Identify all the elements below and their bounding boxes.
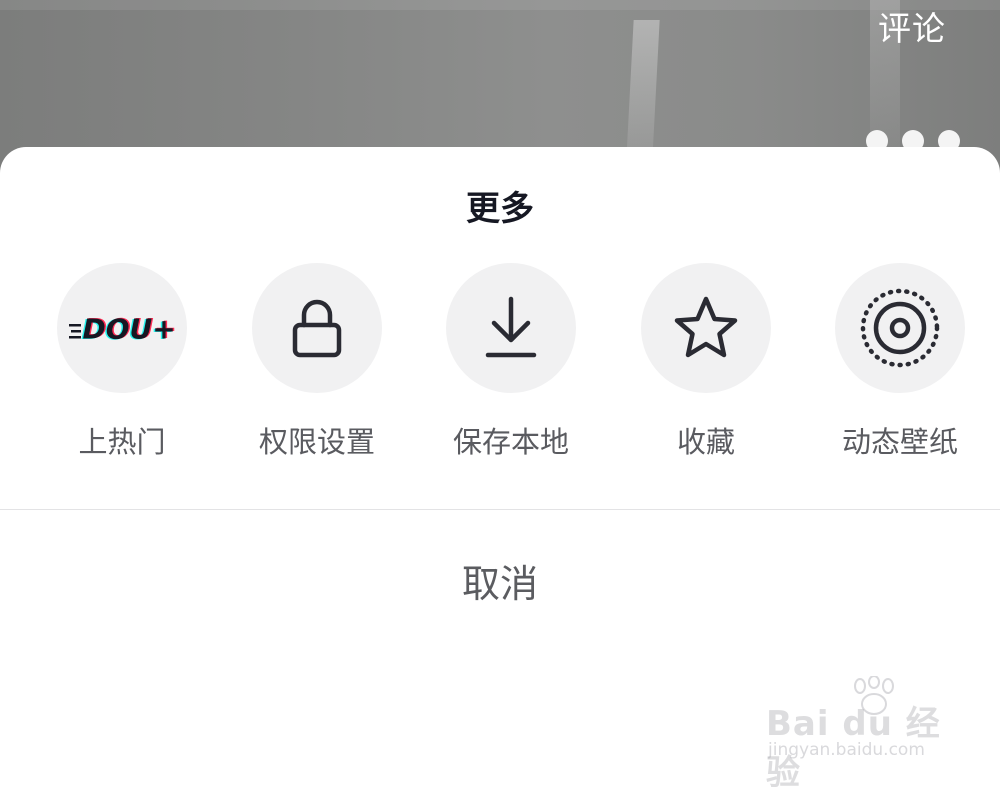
save-local-label: 保存本地 bbox=[452, 425, 569, 459]
dou-plus-icon[interactable]: DOU+ DOU+ DOU+ bbox=[57, 263, 187, 393]
lock-icon bbox=[292, 299, 342, 358]
dou-plus-label: 上热门 bbox=[78, 425, 166, 459]
cancel-button[interactable]: 取消 bbox=[400, 549, 600, 619]
screen: 评论 更多 DOU+ DOU+ DOU+ 上热门 权限设置 保存本地 收藏 动态… bbox=[0, 0, 1000, 787]
favorite-label: 收藏 bbox=[676, 425, 735, 459]
svg-text:DOU+: DOU+ bbox=[83, 313, 176, 346]
video-shade bbox=[0, 0, 1000, 10]
download-icon-wrap[interactable] bbox=[446, 263, 576, 393]
star-icon bbox=[674, 296, 738, 358]
divider bbox=[0, 509, 1000, 510]
permission-settings-label: 权限设置 bbox=[258, 425, 375, 459]
star-icon-wrap[interactable] bbox=[641, 263, 771, 393]
lock-icon-wrap[interactable] bbox=[252, 263, 382, 393]
live-wallpaper-label: 动态壁纸 bbox=[841, 425, 958, 459]
wallpaper-icon-wrap[interactable] bbox=[835, 263, 965, 393]
live-wallpaper-button[interactable]: 动态壁纸 bbox=[810, 263, 990, 461]
comment-button[interactable]: 评论 bbox=[878, 2, 946, 50]
dou-plus-logo: DOU+ DOU+ DOU+ bbox=[69, 312, 177, 346]
download-icon bbox=[485, 296, 537, 358]
save-local-button[interactable]: 保存本地 bbox=[421, 263, 601, 461]
watermark-url: jingyan.baidu.com bbox=[768, 740, 925, 760]
video-light-streak bbox=[626, 20, 660, 160]
baidu-jingyan-watermark: Bai du 经验 jingyan.baidu.com bbox=[766, 676, 956, 787]
wallpaper-icon bbox=[860, 288, 940, 368]
permission-settings-button[interactable]: 权限设置 bbox=[227, 263, 407, 461]
favorite-button[interactable]: 收藏 bbox=[616, 263, 796, 461]
dou-plus-button[interactable]: DOU+ DOU+ DOU+ 上热门 bbox=[32, 263, 212, 461]
sheet-title: 更多 bbox=[466, 189, 534, 229]
